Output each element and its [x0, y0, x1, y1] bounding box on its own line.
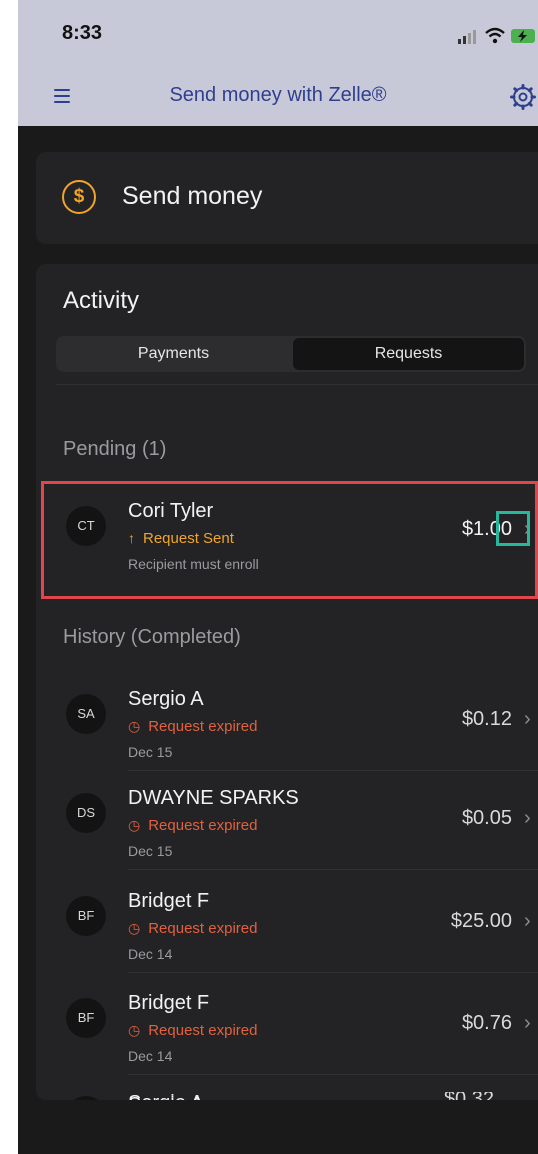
top-bar: 8:33 Send money with Zelle® [18, 0, 538, 126]
request-date: Dec 15 [128, 843, 173, 859]
tab-requests[interactable]: Requests [293, 338, 524, 370]
payee-name: Bridget F [128, 992, 210, 1014]
divider [128, 869, 538, 870]
clock-icon: ◷ [128, 1022, 141, 1038]
bottom-strip [18, 1100, 538, 1154]
amount: $0.05 [461, 807, 512, 829]
status-time: 8:33 [62, 22, 103, 44]
request-date: Dec 14 [128, 1048, 173, 1064]
wifi-icon [485, 27, 505, 44]
amount: $0.76 [461, 1012, 512, 1034]
battery-charging-icon [511, 29, 535, 43]
payee-name: DWAYNE SPARKS [128, 787, 299, 809]
clock-icon: ◷ [128, 718, 141, 734]
history-header: History (Completed) [63, 626, 241, 648]
tab-payments[interactable]: Payments [56, 336, 291, 372]
request-date: Dec 15 [128, 744, 173, 760]
send-money-label: Send money [122, 182, 263, 210]
request-status: ◷ Request expired [128, 920, 257, 937]
request-status: ◷ Request expired [128, 817, 257, 834]
gear-icon[interactable] [510, 84, 536, 110]
send-money-card[interactable]: $ Send money [36, 152, 538, 244]
page-title: Send money with Zelle® [169, 84, 387, 106]
cellular-signal-icon [458, 30, 476, 44]
clock-icon: ◷ [128, 920, 141, 936]
dollar-circle-icon: $ [62, 180, 96, 214]
request-status-label: Request expired [148, 1022, 258, 1039]
request-status-label: Request expired [148, 920, 258, 937]
avatar: SA [66, 694, 106, 734]
activity-card: Activity Payments Requests Pending (1) C… [36, 264, 538, 1114]
chevron-right-icon[interactable]: › [524, 910, 531, 933]
history-item[interactable]: SA Sergio A ◷ Request expired Dec 15 $0.1… [36, 688, 538, 778]
history-item[interactable]: BF Bridget F ◷ Request expired Dec 14 $25… [36, 890, 538, 980]
divider [128, 972, 538, 973]
avatar: BF [66, 896, 106, 936]
divider [128, 1074, 538, 1075]
request-status: ◷ Request expired [128, 718, 257, 735]
amount: $0.12 [461, 708, 512, 730]
divider [128, 770, 538, 771]
activity-heading: Activity [63, 287, 140, 314]
highlight-box-red [41, 481, 538, 599]
highlight-box-green [496, 511, 530, 546]
request-date: Dec 14 [128, 946, 173, 962]
payee-name: Bridget F [128, 890, 210, 912]
divider [56, 384, 538, 385]
chevron-right-icon[interactable]: › [524, 807, 531, 830]
avatar: DS [66, 793, 106, 833]
amount: $25.00 [450, 910, 512, 932]
history-item[interactable]: BF Bridget F ◷ Request expired Dec 14 $0.… [36, 992, 538, 1082]
payee-name: Sergio A [128, 688, 204, 710]
pending-header: Pending (1) [63, 438, 167, 460]
chevron-right-icon[interactable]: › [524, 708, 531, 731]
request-status-label: Request expired [148, 718, 258, 735]
request-status: ◷ Request expired [128, 1022, 257, 1039]
history-item[interactable]: DS DWAYNE SPARKS ◷ Request expired Dec 15… [36, 787, 538, 877]
clock-icon: ◷ [128, 817, 141, 833]
avatar: BF [66, 998, 106, 1038]
activity-segmented-control: Payments Requests [56, 336, 526, 372]
status-icons [448, 24, 538, 48]
chevron-right-icon[interactable]: › [524, 1012, 531, 1035]
request-status-label: Request expired [148, 817, 258, 834]
